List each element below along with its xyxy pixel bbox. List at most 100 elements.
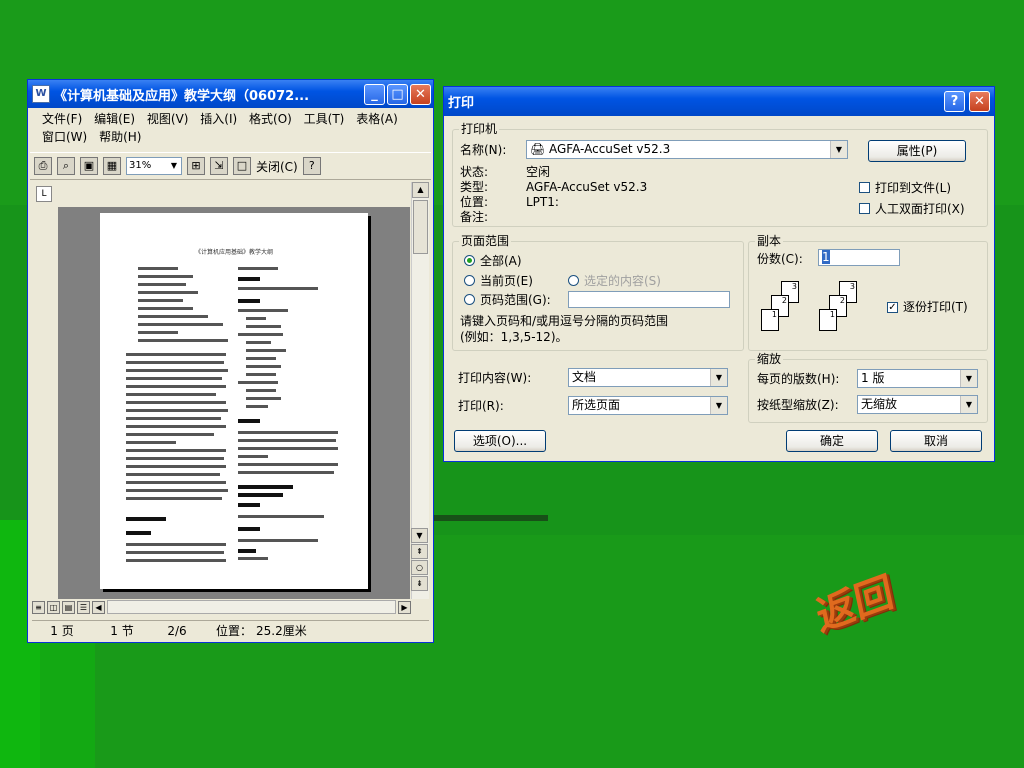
current-page-label[interactable]: 当前页(E) [480, 274, 533, 288]
text-line [246, 349, 286, 352]
text-line [238, 299, 260, 303]
ruler-toggle-icon[interactable]: ⊞ [187, 157, 205, 175]
outline-view-icon[interactable]: ☰ [77, 600, 90, 614]
one-page-icon[interactable]: ▣ [80, 157, 98, 175]
where-value: LPT1: [526, 195, 559, 209]
help-button[interactable]: ? [944, 91, 965, 112]
text-line [126, 497, 222, 500]
normal-view-icon[interactable]: ≡ [32, 600, 45, 614]
window-title: 《计算机基础及应用》教学大纲（06072... [54, 88, 310, 104]
word-print-preview-window: W 《计算机基础及应用》教学大纲（06072... _ □ ✕ 文件(F) 编辑… [27, 79, 434, 643]
selection-radio [568, 275, 579, 286]
close-button[interactable]: ✕ [410, 83, 431, 105]
chevron-down-icon: ▼ [170, 161, 178, 170]
copies-input[interactable]: 1 [818, 249, 900, 266]
page-numbers-label[interactable]: 页码范围(G): [480, 293, 551, 307]
text-line [238, 439, 336, 442]
printer-icon[interactable]: ⎙ [34, 157, 52, 175]
scroll-up-icon[interactable]: ▲ [412, 182, 429, 198]
next-page-icon[interactable]: ⇟ [411, 576, 428, 591]
dialog-title: 打印 [448, 96, 475, 111]
all-pages-radio[interactable] [464, 255, 475, 266]
current-page-radio[interactable] [464, 275, 475, 286]
menu-format[interactable]: 格式(O) [249, 110, 292, 128]
print-dialog: 打印 ? ✕ 打印机 名称(N): 🖨 AGFA-AccuSet v52.3 ▼… [443, 86, 995, 462]
printer-name-select[interactable]: 🖨 AGFA-AccuSet v52.3 ▼ [526, 140, 848, 159]
shrink-to-fit-icon[interactable]: ⇲ [210, 157, 228, 175]
text-line [246, 357, 276, 360]
text-line [138, 283, 186, 286]
menu-file[interactable]: 文件(F) [42, 110, 82, 128]
menu-table[interactable]: 表格(A) [356, 110, 398, 128]
scroll-down-icon[interactable]: ▼ [411, 528, 428, 543]
print-select[interactable]: 所选页面 ▼ [568, 396, 728, 415]
chevron-down-icon: ▼ [710, 369, 727, 386]
scroll-left-icon[interactable]: ◀ [92, 600, 105, 614]
copies-value: 1 [822, 250, 830, 264]
properties-button[interactable]: 属性(P) [868, 140, 966, 162]
collate-checkbox[interactable]: ✓ [887, 302, 898, 313]
menu-insert[interactable]: 插入(I) [200, 110, 237, 128]
print-to-file-checkbox[interactable] [859, 182, 870, 193]
text-line [238, 333, 283, 336]
text-line [138, 275, 193, 278]
text-line [126, 449, 226, 452]
collate-label[interactable]: 逐份打印(T) [903, 300, 968, 314]
selection-label: 选定的内容(S) [584, 274, 661, 288]
ruler-corner-tab[interactable]: L [36, 186, 52, 202]
select-browse-object-icon[interactable]: ○ [411, 560, 428, 575]
print-to-file-label[interactable]: 打印到文件(L) [875, 181, 951, 195]
text-line [138, 291, 198, 294]
zoom-select[interactable]: 31% ▼ [126, 157, 182, 175]
scroll-right-icon[interactable]: ▶ [398, 600, 411, 614]
multiple-pages-icon[interactable]: ▦ [103, 157, 121, 175]
print-view-icon[interactable]: ▤ [62, 600, 75, 614]
dialog-titlebar[interactable]: 打印 ? ✕ [444, 87, 994, 116]
cancel-button[interactable]: 取消 [890, 430, 982, 452]
dialog-close-button[interactable]: ✕ [969, 91, 990, 112]
scale-select[interactable]: 无缩放 ▼ [857, 395, 978, 414]
previous-page-icon[interactable]: ⇞ [411, 544, 428, 559]
print-what-select[interactable]: 文档 ▼ [568, 368, 728, 387]
manual-duplex-checkbox[interactable] [859, 203, 870, 214]
full-screen-icon[interactable]: □ [233, 157, 251, 175]
print-value: 所选页面 [572, 398, 621, 412]
text-line [138, 315, 208, 318]
close-preview-button[interactable]: 关闭(C) [256, 158, 298, 175]
text-line [238, 549, 256, 553]
text-line [246, 389, 276, 392]
pages-per-sheet-select[interactable]: 1 版 ▼ [857, 369, 978, 388]
ok-button[interactable]: 确定 [786, 430, 878, 452]
scroll-thumb[interactable] [413, 200, 428, 254]
text-line [138, 307, 193, 310]
options-button[interactable]: 选项(O)... [454, 430, 546, 452]
text-line [246, 365, 281, 368]
page-range-hint-line2: (例如：1,3,5-12)。 [460, 330, 568, 344]
horizontal-scroll-track[interactable] [107, 600, 396, 614]
page-numbers-input[interactable] [568, 291, 730, 308]
minimize-button[interactable]: _ [364, 83, 385, 105]
manual-duplex-label[interactable]: 人工双面打印(X) [875, 202, 965, 216]
page-numbers-radio[interactable] [464, 294, 475, 305]
comment-label: 备注: [460, 210, 489, 224]
text-line [238, 309, 288, 312]
all-pages-label[interactable]: 全部(A) [480, 254, 522, 268]
menu-view[interactable]: 视图(V) [147, 110, 189, 128]
magnifier-icon[interactable]: ⌕ [57, 157, 75, 175]
text-line [238, 557, 268, 560]
return-button[interactable]: 返回 [810, 555, 909, 655]
text-line [238, 277, 260, 281]
text-line [238, 419, 260, 423]
web-view-icon[interactable]: ◫ [47, 600, 60, 614]
text-line [246, 317, 266, 320]
menu-tools[interactable]: 工具(T) [304, 110, 345, 128]
status-label: 状态: [460, 165, 489, 179]
menu-window[interactable]: 窗口(W) [42, 128, 87, 146]
preview-area: 《计算机应用基础》教学大纲 [58, 207, 410, 599]
document-page-preview: 《计算机应用基础》教学大纲 [100, 213, 368, 589]
menu-edit[interactable]: 编辑(E) [94, 110, 135, 128]
context-help-icon[interactable]: ? [302, 157, 321, 175]
maximize-button[interactable]: □ [387, 83, 408, 105]
window-titlebar[interactable]: W 《计算机基础及应用》教学大纲（06072... _ □ ✕ [28, 80, 433, 108]
menu-help[interactable]: 帮助(H) [99, 128, 141, 146]
